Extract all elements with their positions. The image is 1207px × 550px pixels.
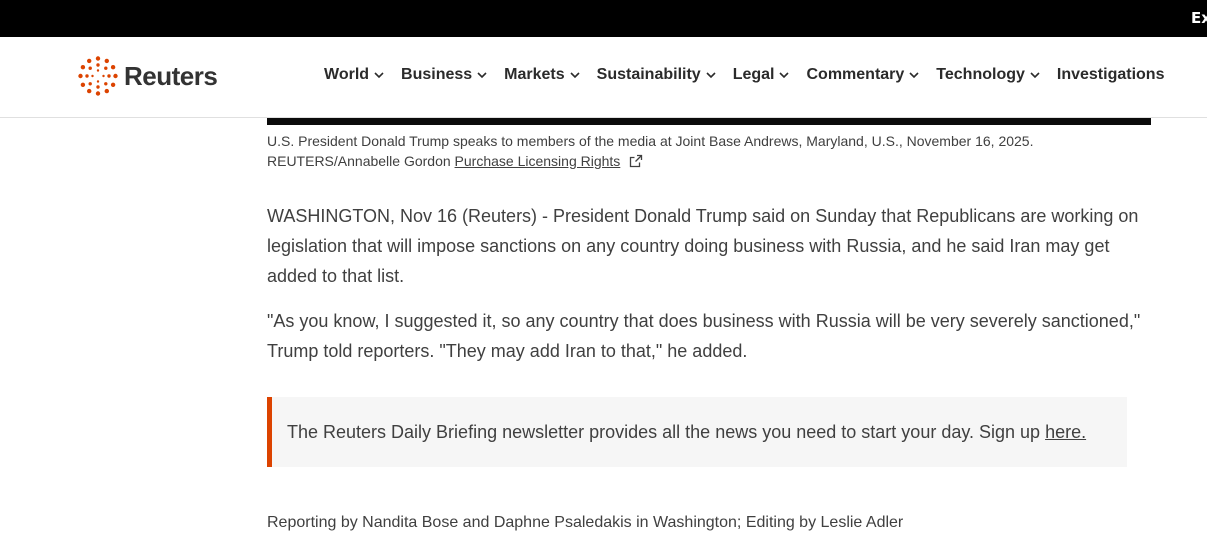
chevron-down-icon [706, 72, 716, 79]
article-paragraph: "As you know, I suggested it, so any cou… [267, 311, 1141, 361]
article-paragraph: WASHINGTON, Nov 16 (Reuters) - President… [267, 206, 1139, 286]
nav-business-label: Business [401, 66, 473, 83]
nav-technology-label: Technology [936, 66, 1025, 83]
chevron-down-icon [909, 72, 919, 79]
nav-sustainability-label: Sustainability [596, 66, 701, 83]
nav-markets[interactable]: Markets [504, 66, 580, 84]
nav-legal[interactable]: Legal [733, 66, 791, 84]
caption-text: U.S. President Donald Trump speaks to me… [267, 133, 1034, 149]
chevron-down-icon [779, 72, 790, 79]
top-banner[interactable]: Ex [0, 0, 1207, 37]
chevron-down-icon [477, 72, 487, 79]
reporting-credit: Reporting by Nandita Bose and Daphne Psa… [267, 514, 904, 531]
reuters-logo[interactable]: Reuters [78, 56, 218, 96]
caption-credit-line: REUTERS/Annabelle Gordon Purchase Licens… [267, 151, 1151, 171]
nav-legal-label: Legal [732, 66, 775, 83]
main-nav: World Business Markets Sustainability Le… [324, 66, 1164, 84]
nav-commentary-label: Commentary [806, 66, 905, 83]
nav-markets-label: Markets [504, 66, 565, 83]
purchase-licensing-link[interactable]: Purchase Licensing Rights [455, 153, 621, 169]
external-link-icon[interactable] [629, 154, 643, 168]
chevron-down-icon [570, 72, 580, 79]
nav-world-label: World [324, 66, 370, 83]
photo-caption: U.S. President Donald Trump speaks to me… [267, 131, 1151, 171]
article-photo [267, 118, 1151, 125]
top-banner-text[interactable]: Ex [1191, 9, 1207, 27]
nav-business[interactable]: Business [401, 66, 488, 84]
reuters-logo-icon [78, 56, 118, 96]
nav-commentary[interactable]: Commentary [806, 66, 920, 84]
logo-text: Reuters [124, 60, 218, 91]
photo-credit: REUTERS/Annabelle Gordon [267, 153, 451, 169]
nav-world[interactable]: World [324, 66, 385, 84]
nav-technology[interactable]: Technology [936, 66, 1041, 84]
newsletter-signup-link[interactable]: here. [1045, 422, 1086, 443]
nav-sustainability[interactable]: Sustainability [597, 66, 717, 84]
nav-investigations-label: Investigations [1056, 66, 1165, 83]
newsletter-callout: The Reuters Daily Briefing newsletter pr… [267, 397, 1127, 467]
chevron-down-icon [1030, 72, 1040, 79]
chevron-down-icon [374, 72, 384, 79]
site-header: Reuters World Business Markets Sustainab… [0, 37, 1207, 118]
newsletter-text: The Reuters Daily Briefing newsletter pr… [287, 421, 1041, 442]
nav-investigations[interactable]: Investigations [1057, 66, 1165, 84]
